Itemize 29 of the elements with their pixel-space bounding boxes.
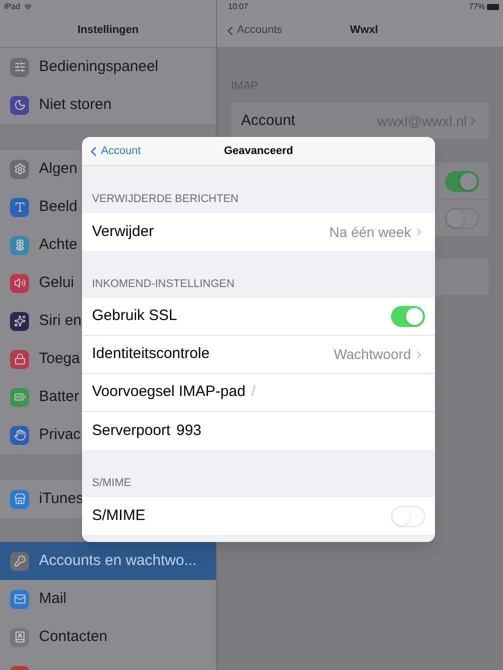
toggle-switch[interactable] (445, 170, 479, 192)
device-name: iPad (4, 1, 20, 13)
back-button[interactable]: Account (86, 142, 141, 160)
dialog-title: Geavanceerd (224, 144, 294, 159)
sidebar-title: Instellingen (77, 23, 139, 38)
settings-row[interactable]: Identiteitscontrole Wachtwoord (82, 336, 435, 374)
row-label: Gebruik SSL (92, 306, 178, 326)
section-header: VERWIJDERDE BERICHTEN (92, 192, 238, 206)
settings-item[interactable]: Niet storen (0, 86, 216, 124)
toggle-switch[interactable] (445, 208, 479, 228)
input-field[interactable]: 993 (176, 420, 425, 442)
wifi-icon (24, 3, 32, 11)
battery-percent: 77% (468, 1, 485, 13)
section-header: INKOMEND-INSTELLINGEN (92, 276, 234, 292)
back-button[interactable]: Accounts (223, 22, 282, 39)
battery-icon (487, 4, 499, 10)
row-label: Serverpoort (92, 420, 170, 441)
settings-item[interactable]: Contacten (0, 618, 216, 656)
page-title: Wwxl (350, 23, 378, 38)
settings-item[interactable]: Bedieningspaneel (0, 48, 216, 86)
input-field[interactable]: / (251, 381, 425, 404)
clock: 10:07 (228, 1, 248, 13)
settings-row[interactable]: Verwijder Na één week (82, 213, 435, 251)
row-label: S/MIME (92, 506, 146, 526)
settings-item[interactable]: Mail (0, 580, 216, 618)
toggle-switch[interactable] (391, 306, 425, 327)
settings-item[interactable]: Accounts en wachtwo... (0, 542, 216, 580)
section-header: S/MIME (92, 476, 132, 490)
row-label: Voorvoegsel IMAP-pad (92, 382, 246, 402)
